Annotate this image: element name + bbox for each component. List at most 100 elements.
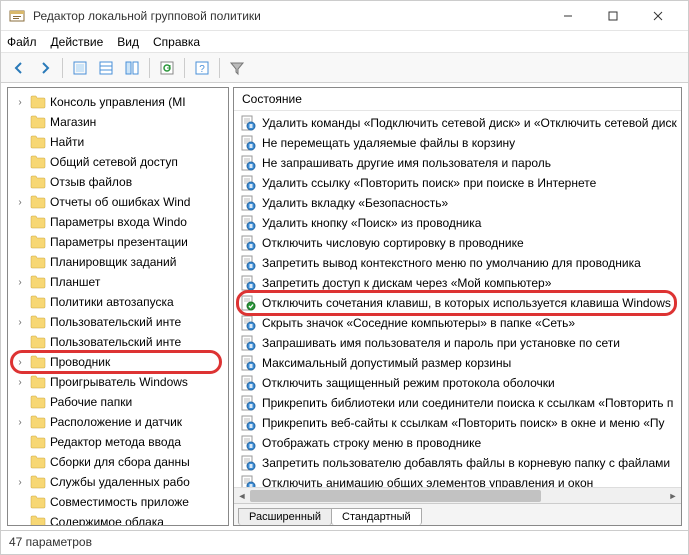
folder-icon <box>30 255 46 269</box>
menu-view[interactable]: Вид <box>117 35 139 49</box>
tree-item[interactable]: ›Проводник <box>8 352 228 372</box>
horizontal-scrollbar[interactable]: ◄ ► <box>234 487 681 503</box>
tree-item[interactable]: ›Консоль управления (MI <box>8 92 228 112</box>
toolbar-separator <box>149 58 150 78</box>
folder-icon <box>30 215 46 229</box>
menu-action[interactable]: Действие <box>51 35 104 49</box>
filter-button[interactable] <box>225 56 249 80</box>
tree-item[interactable]: Отзыв файлов <box>8 172 228 192</box>
tree-item[interactable]: ›Службы удаленных рабо <box>8 472 228 492</box>
expand-icon[interactable]: › <box>14 97 26 108</box>
list-item[interactable]: Отключить сочетания клавиш, в которых ис… <box>234 293 681 313</box>
list-item[interactable]: Удалить ссылку «Повторить поиск» при пои… <box>234 173 681 193</box>
expand-icon[interactable]: › <box>14 377 26 388</box>
list-item[interactable]: Запрашивать имя пользователя и пароль пр… <box>234 333 681 353</box>
tree-item[interactable]: Редактор метода ввода <box>8 432 228 452</box>
policy-icon <box>240 315 256 331</box>
list-item[interactable]: Отключить защищенный режим протокола обо… <box>234 373 681 393</box>
tree-item[interactable]: Параметры входа Windo <box>8 212 228 232</box>
list-item-label: Запретить пользователю добавлять файлы в… <box>262 456 670 470</box>
refresh-button[interactable] <box>155 56 179 80</box>
list-item[interactable]: Удалить кнопку «Поиск» из проводника <box>234 213 681 233</box>
tree-item[interactable]: Общий сетевой доступ <box>8 152 228 172</box>
policy-icon <box>240 455 256 471</box>
folder-icon <box>30 355 46 369</box>
expand-icon[interactable]: › <box>14 417 26 428</box>
scroll-track[interactable] <box>250 488 665 504</box>
list-item[interactable]: Прикрепить библиотеки или соединители по… <box>234 393 681 413</box>
folder-icon <box>30 135 46 149</box>
app-icon <box>9 8 25 24</box>
list-item-label: Отключить анимацию общих элементов управ… <box>262 476 593 487</box>
list-view-button[interactable] <box>94 56 118 80</box>
menu-help[interactable]: Справка <box>153 35 200 49</box>
expand-icon[interactable]: › <box>14 317 26 328</box>
list-item[interactable]: Не перемещать удаляемые файлы в корзину <box>234 133 681 153</box>
expand-icon[interactable]: › <box>14 357 26 368</box>
list-item[interactable]: Запретить доступ к дискам через «Мой ком… <box>234 273 681 293</box>
up-button[interactable] <box>68 56 92 80</box>
tree-item[interactable]: Содержимое облака <box>8 512 228 526</box>
minimize-button[interactable] <box>545 2 590 30</box>
list-item[interactable]: Запретить вывод контекстного меню по умо… <box>234 253 681 273</box>
tree-item[interactable]: Совместимость приложе <box>8 492 228 512</box>
tree-item[interactable]: ›Отчеты об ошибках Wind <box>8 192 228 212</box>
scroll-thumb[interactable] <box>250 490 541 502</box>
list-item[interactable]: Удалить вкладку «Безопасность» <box>234 193 681 213</box>
tree-item-label: Политики автозапуска <box>50 295 174 309</box>
tree-item[interactable]: Политики автозапуска <box>8 292 228 312</box>
list-item[interactable]: Отключить числовую сортировку в проводни… <box>234 233 681 253</box>
toolbar-separator <box>62 58 63 78</box>
toolbar-separator <box>219 58 220 78</box>
tree-item[interactable]: Параметры презентации <box>8 232 228 252</box>
tree-item[interactable]: Найти <box>8 132 228 152</box>
list-body[interactable]: Удалить команды «Подключить сетевой диск… <box>234 111 681 487</box>
list-item[interactable]: Не запрашивать другие имя пользователя и… <box>234 153 681 173</box>
maximize-button[interactable] <box>590 2 635 30</box>
list-item-label: Удалить ссылку «Повторить поиск» при пои… <box>262 176 596 190</box>
tree-item-label: Отзыв файлов <box>50 175 132 189</box>
tree-item-label: Планировщик заданий <box>50 255 176 269</box>
tree-item-label: Параметры входа Windo <box>50 215 187 229</box>
tree-item[interactable]: ›Планшет <box>8 272 228 292</box>
list-item[interactable]: Удалить команды «Подключить сетевой диск… <box>234 113 681 133</box>
list-item[interactable]: Запретить пользователю добавлять файлы в… <box>234 453 681 473</box>
scroll-left-button[interactable]: ◄ <box>234 488 250 504</box>
expand-icon[interactable]: › <box>14 277 26 288</box>
tree-item[interactable]: Сборки для сбора данны <box>8 452 228 472</box>
close-button[interactable] <box>635 2 680 30</box>
folder-icon <box>30 275 46 289</box>
tab-standard[interactable]: Стандартный <box>331 508 422 525</box>
menu-file[interactable]: Файл <box>7 35 37 49</box>
policy-icon <box>240 375 256 391</box>
expand-icon[interactable]: › <box>14 197 26 208</box>
help-button[interactable]: ? <box>190 56 214 80</box>
tree-item[interactable]: Рабочие папки <box>8 392 228 412</box>
tree-item[interactable]: Пользовательский инте <box>8 332 228 352</box>
list-item[interactable]: Отключить анимацию общих элементов управ… <box>234 473 681 487</box>
scroll-right-button[interactable]: ► <box>665 488 681 504</box>
tree-item[interactable]: Планировщик заданий <box>8 252 228 272</box>
tab-extended[interactable]: Расширенный <box>238 508 332 525</box>
forward-button[interactable] <box>33 56 57 80</box>
tree-item[interactable]: ›Проигрыватель Windows <box>8 372 228 392</box>
list-item-label: Отключить сочетания клавиш, в которых ис… <box>262 296 671 310</box>
back-button[interactable] <box>7 56 31 80</box>
list-item[interactable]: Отображать строку меню в проводнике <box>234 433 681 453</box>
policy-icon <box>240 175 256 191</box>
tree-item[interactable]: ›Расположение и датчик <box>8 412 228 432</box>
tree-item[interactable]: ›Пользовательский инте <box>8 312 228 332</box>
tree-pane[interactable]: ›Консоль управления (MIМагазинНайтиОбщий… <box>7 87 229 526</box>
list-item[interactable]: Прикрепить веб-сайты к ссылкам «Повторит… <box>234 413 681 433</box>
list-item-label: Удалить команды «Подключить сетевой диск… <box>262 116 677 130</box>
policy-icon <box>240 275 256 291</box>
expand-icon[interactable]: › <box>14 477 26 488</box>
tree-item[interactable]: Магазин <box>8 112 228 132</box>
folder-icon <box>30 375 46 389</box>
view-tabs: Расширенный Стандартный <box>234 503 681 525</box>
detail-view-button[interactable] <box>120 56 144 80</box>
list-header[interactable]: Состояние <box>234 88 681 111</box>
list-item[interactable]: Скрыть значок «Соседние компьютеры» в па… <box>234 313 681 333</box>
list-item[interactable]: Максимальный допустимый размер корзины <box>234 353 681 373</box>
list-item-label: Удалить вкладку «Безопасность» <box>262 196 448 210</box>
